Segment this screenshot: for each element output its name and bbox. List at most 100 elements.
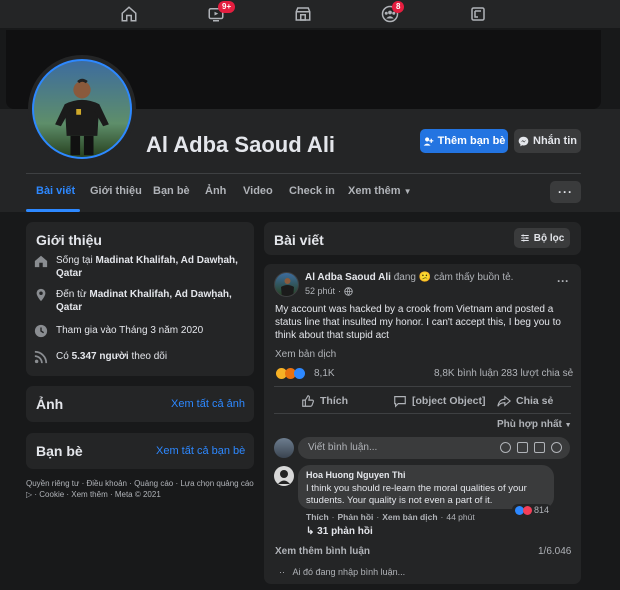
post-feeling: đang 😕 cảm thấy buồn tẻ.: [393, 272, 514, 283]
commenter-avatar[interactable]: [274, 466, 294, 486]
comment-reaction-count: 814: [534, 505, 550, 515]
intro-followers-row: Có 5.347 người theo dõi: [34, 350, 256, 364]
filter-icon: [520, 234, 529, 242]
like-button[interactable]: Thích: [301, 394, 348, 408]
groups-icon[interactable]: 8: [379, 1, 405, 24]
intro-lives-row: Sống tại Madinat Khalifah, Ad Dawḥah, Qa…: [34, 254, 256, 280]
emoji-icon[interactable]: [500, 442, 511, 453]
friends-card: Bạn bè Xem tất cả bạn bè: [26, 433, 254, 469]
share-count[interactable]: 283 lượt chia sẻ: [501, 368, 573, 379]
comment-like-link[interactable]: Thích: [306, 512, 329, 522]
filter-label: Bộ lọc: [533, 232, 565, 244]
post-author-avatar[interactable]: [274, 272, 299, 297]
post-translate-link[interactable]: Xem bản dịch: [275, 349, 336, 360]
tab-photos[interactable]: Ảnh: [205, 185, 226, 197]
profile-name: Al Adba Saoud Ali: [146, 132, 336, 157]
more-options-button[interactable]: ···: [550, 181, 581, 203]
post-options-icon[interactable]: ···: [557, 274, 569, 288]
joined-text: Tham gia vào Tháng 3 năm 2020: [56, 325, 204, 336]
comment-placeholder: Viết bình luận...: [308, 442, 378, 453]
current-user-avatar[interactable]: [274, 438, 294, 458]
intro-card: Giới thiệu Sống tại Madinat Khalifah, Ad…: [26, 222, 254, 376]
intro-title: Giới thiệu: [36, 232, 102, 248]
photos-card: Ảnh Xem tất cả ảnh: [26, 386, 254, 422]
profile-avatar[interactable]: [28, 55, 136, 163]
add-friend-icon: [423, 136, 433, 146]
filter-button[interactable]: Bộ lọc: [514, 228, 570, 248]
groups-badge: 8: [392, 1, 405, 13]
tab-more[interactable]: Xem thêm ▼: [348, 185, 412, 197]
camera-icon[interactable]: [517, 442, 528, 453]
more-comments-link[interactable]: Xem thêm bình luận: [275, 546, 370, 557]
header-divider: [26, 173, 581, 174]
add-friend-button[interactable]: Thêm bạn bè: [420, 129, 508, 153]
comment-sort-dropdown[interactable]: Phù hợp nhất ▼: [497, 419, 572, 430]
comment-actions: Thích · Phản hồi · Xem bản dịch · 44 phút: [306, 512, 475, 522]
tab-friends[interactable]: Bạn bè: [153, 185, 190, 197]
post-divider: [274, 386, 571, 387]
reaction-icons[interactable]: [276, 368, 305, 379]
top-navigation: 9+ 8: [0, 0, 620, 28]
post-header-line: Al Adba Saoud Ali đang 😕 cảm thấy buồn t…: [305, 272, 575, 283]
thumbs-up-icon: [302, 395, 314, 407]
tab-checkins[interactable]: Check in: [289, 185, 335, 197]
comment-button[interactable]: [object Object]: [393, 394, 486, 408]
see-all-friends-link[interactable]: Xem tất cả bạn bè: [156, 445, 245, 457]
reaction-count[interactable]: 8,1K: [314, 368, 335, 379]
post-text: My account was hacked by a crook from Vi…: [275, 304, 561, 341]
from-prefix: Đến từ: [56, 289, 90, 300]
posts-title: Bài viết: [274, 232, 324, 248]
location-pin-icon: [36, 288, 46, 302]
tab-posts[interactable]: Bài viết: [36, 185, 75, 197]
watch-icon[interactable]: 9+: [205, 1, 236, 24]
gaming-icon[interactable]: [467, 4, 489, 24]
comment-time[interactable]: 44 phút: [446, 512, 474, 522]
tab-about[interactable]: Giới thiệu: [90, 185, 142, 197]
followers-prefix: Có: [56, 351, 72, 362]
comment-input[interactable]: Viết bình luận...: [298, 437, 570, 459]
replies-count: 31 phản hồi: [317, 526, 373, 537]
lives-prefix: Sống tại: [56, 255, 96, 266]
tab-videos[interactable]: Video: [243, 185, 273, 197]
post-divider-2: [274, 413, 571, 414]
comment-count[interactable]: 8,8K bình luận: [434, 368, 499, 379]
view-replies-link[interactable]: ↳ 31 phản hồi: [306, 526, 373, 537]
intro-joined-row: Tham gia vào Tháng 3 năm 2020: [34, 324, 256, 338]
add-friend-label: Thêm bạn bè: [437, 135, 506, 147]
reply-arrow-icon: ↳: [306, 526, 315, 537]
home-icon[interactable]: [118, 4, 140, 24]
marketplace-icon[interactable]: [292, 4, 314, 24]
comment-reaction-badge[interactable]: 814: [512, 504, 553, 516]
messenger-icon: [518, 136, 529, 146]
comment-bubble: Hoa Huong Nguyen Thi I think you should …: [298, 465, 554, 509]
followers-suffix: theo dõi: [128, 351, 168, 362]
typing-indicator: ·· Ai đó đang nhập bình luận...: [279, 567, 405, 577]
comment-reply-link[interactable]: Phản hồi: [338, 512, 374, 522]
followers-count[interactable]: 5.347 người: [72, 351, 129, 362]
gif-icon[interactable]: [534, 442, 545, 453]
ellipsis-icon: ···: [558, 185, 573, 199]
see-all-photos-link[interactable]: Xem tất cả ảnh: [171, 398, 245, 410]
comment-progress: 1/6.046: [538, 546, 572, 557]
chevron-down-icon: ▼: [564, 422, 572, 429]
tab-more-label: Xem thêm: [348, 185, 401, 197]
intro-from-row: Đến từ Madinat Khalifah, Ad Dawḥah, Qata…: [34, 288, 256, 314]
post-author-name[interactable]: Al Adba Saoud Ali: [305, 272, 391, 283]
chevron-down-icon: ▼: [403, 187, 412, 196]
love-reaction-icon: [523, 505, 532, 515]
post-time[interactable]: 52 phút: [305, 286, 335, 296]
typing-text: Ai đó đang nhập bình luận...: [292, 567, 406, 577]
share-button[interactable]: Chia sẻ: [497, 394, 553, 408]
typing-dots-icon: ··: [279, 567, 285, 577]
rss-icon: [34, 350, 48, 364]
footer-links[interactable]: Quyền riêng tư · Điều khoản · Quảng cáo …: [26, 478, 258, 500]
message-button[interactable]: Nhắn tin: [514, 129, 581, 153]
sticker-icon[interactable]: [551, 442, 562, 453]
globe-icon: [344, 286, 353, 296]
share-label: Chia sẻ: [516, 395, 554, 407]
clock-icon: [34, 324, 48, 338]
comment-author[interactable]: Hoa Huong Nguyen Thi: [306, 469, 546, 481]
comment-translate-link[interactable]: Xem bản dịch: [382, 512, 437, 522]
home-icon: [34, 255, 48, 268]
referee-photo: [55, 78, 109, 156]
